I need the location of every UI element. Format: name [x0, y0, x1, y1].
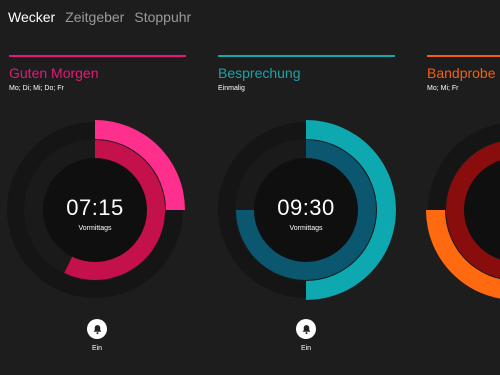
alarm-toggle-label: Ein [91, 345, 103, 352]
alarm-title: Besprechung [218, 65, 301, 81]
alarm-time: 1 [426, 195, 500, 221]
tab-wecker[interactable]: Wecker [8, 9, 55, 25]
alarm-period: Na [426, 225, 500, 232]
tab-stoppuhr[interactable]: Stoppuhr [134, 9, 191, 25]
alarm-time: 07:15 [66, 195, 124, 220]
alarm-title: Guten Morgen [9, 65, 99, 81]
alarm-accent-line [427, 55, 500, 57]
alarm-toggle-button[interactable] [87, 319, 107, 339]
tab-bar: Wecker Zeitgeber Stoppuhr [8, 9, 191, 25]
alarm-period: Vormittags [78, 225, 112, 232]
alarm-days: Mo; Di; Mi; Do; Fr [9, 85, 64, 92]
alarm-card-besprechung[interactable]: Besprechung Einmalig [218, 55, 395, 92]
alarm-days: Einmalig [218, 85, 245, 92]
alarm-dial[interactable]: 09:30 Vormittags [216, 120, 396, 300]
alarm-dial[interactable]: 07:15 Vormittags [5, 120, 185, 300]
alarm-dial[interactable]: 1 Na [426, 120, 500, 300]
alarm-days: Mo; Mi; Fr [427, 85, 459, 92]
alarm-card-guten-morgen[interactable]: Guten Morgen Mo; Di; Mi; Do; Fr [9, 55, 186, 92]
alarm-accent-line [9, 55, 186, 57]
alarm-toggle-label: Ein [300, 345, 312, 352]
alarm-toggle-button[interactable] [296, 319, 316, 339]
bell-icon [92, 324, 103, 335]
alarm-title: Bandprobe [427, 65, 496, 81]
alarm-card-bandprobe[interactable]: Bandprobe Mo; Mi; Fr [427, 55, 500, 92]
alarm-time: 09:30 [277, 195, 335, 220]
alarm-period: Vormittags [289, 225, 323, 232]
alarm-accent-line [218, 55, 395, 57]
tab-zeitgeber[interactable]: Zeitgeber [65, 9, 124, 25]
bell-icon [301, 324, 312, 335]
